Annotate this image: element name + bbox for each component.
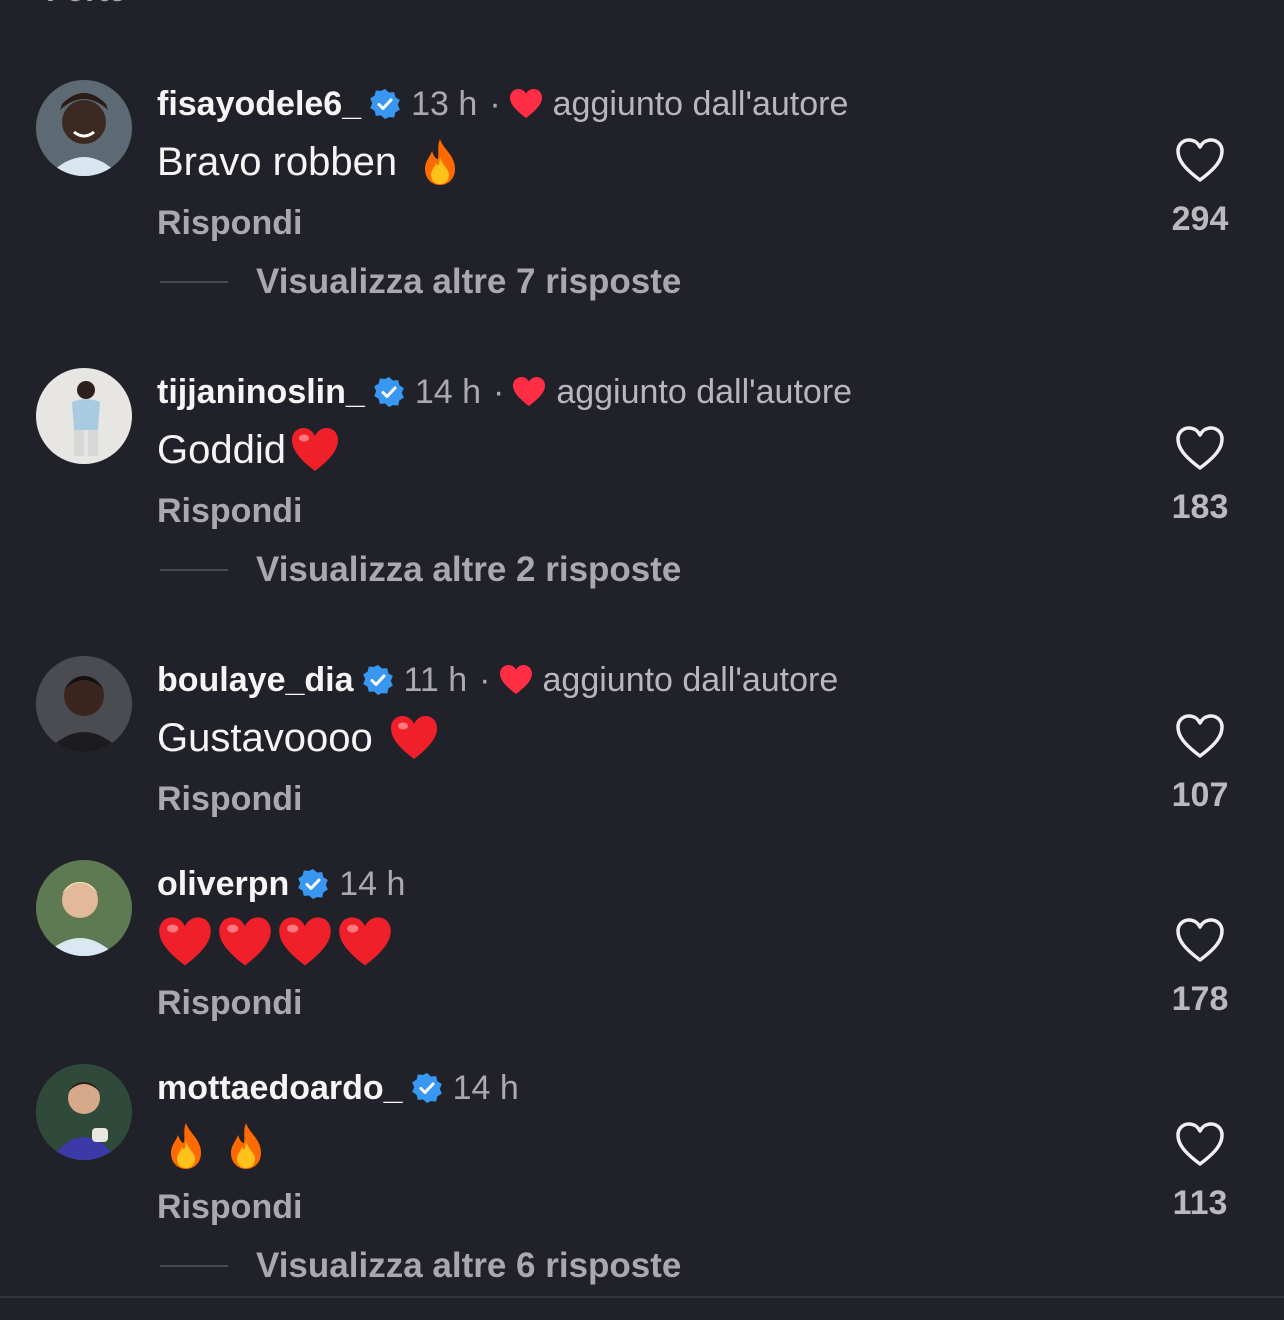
red-heart-emoji-icon bbox=[217, 914, 273, 970]
like-heart-icon[interactable] bbox=[1174, 424, 1226, 472]
author-liked-heart-icon bbox=[512, 376, 546, 408]
red-heart-emoji-icon bbox=[337, 914, 393, 970]
separator-dot: · bbox=[479, 660, 491, 699]
avatar[interactable] bbox=[36, 860, 132, 956]
fire-emoji-icon bbox=[415, 137, 465, 187]
username[interactable]: oliverpn bbox=[157, 865, 289, 904]
comment-text bbox=[157, 914, 393, 970]
like-count: 183 bbox=[1171, 488, 1229, 526]
verified-badge-icon bbox=[297, 868, 329, 900]
verified-badge-icon bbox=[373, 376, 405, 408]
avatar[interactable] bbox=[36, 1064, 132, 1160]
like-heart-icon[interactable] bbox=[1174, 916, 1226, 964]
like-area: 178 bbox=[1160, 916, 1240, 1019]
like-area: 294 bbox=[1160, 136, 1240, 239]
thread-line bbox=[160, 1265, 228, 1267]
comment-header: boulaye_dia 11 h · aggiunto dall'autore bbox=[157, 656, 838, 704]
reply-button[interactable]: Rispondi bbox=[157, 492, 302, 531]
verified-badge-icon bbox=[369, 88, 401, 120]
comment-text-content: Gustavoooo bbox=[157, 715, 373, 760]
comment-time: 14 h bbox=[452, 1068, 519, 1107]
like-heart-icon[interactable] bbox=[1174, 1120, 1226, 1168]
red-heart-emoji-icon bbox=[157, 914, 213, 970]
divider bbox=[0, 1296, 1284, 1298]
red-heart-emoji-icon bbox=[277, 914, 333, 970]
author-liked-label: aggiunto dall'autore bbox=[542, 660, 839, 699]
author-liked-heart-icon bbox=[499, 664, 533, 696]
like-count: 113 bbox=[1172, 1184, 1228, 1222]
fire-emoji-icon bbox=[161, 1121, 211, 1171]
comment-header: oliverpn 14 h bbox=[157, 860, 405, 908]
view-more-replies-label: Visualizza altre 7 risposte bbox=[256, 262, 682, 301]
comment-time: 11 h bbox=[403, 660, 468, 699]
reply-button[interactable]: Rispondi bbox=[157, 204, 302, 243]
comment-text: Bravo robben bbox=[157, 134, 465, 190]
comment-text: Gustavoooo bbox=[157, 710, 439, 766]
like-heart-icon[interactable] bbox=[1174, 136, 1226, 184]
comment-header: mottaedoardo_ 14 h bbox=[157, 1064, 519, 1112]
view-more-replies-label: Visualizza altre 6 risposte bbox=[256, 1246, 682, 1285]
like-count: 178 bbox=[1171, 980, 1229, 1018]
comment-header: tijjaninoslin_ 14 h · aggiunto dall'auto… bbox=[157, 368, 852, 416]
partial-previous-text: Forte bbox=[46, 0, 126, 9]
comment-header: fisayodele6_ 13 h · aggiunto dall'autore bbox=[157, 80, 848, 128]
like-heart-icon[interactable] bbox=[1174, 712, 1226, 760]
red-heart-emoji-icon bbox=[290, 425, 340, 475]
like-area: 183 bbox=[1160, 424, 1240, 527]
verified-badge-icon bbox=[411, 1072, 443, 1104]
username[interactable]: tijjaninoslin_ bbox=[157, 373, 365, 412]
separator-dot: · bbox=[493, 372, 505, 411]
reply-button[interactable]: Rispondi bbox=[157, 1188, 302, 1227]
comment-time: 14 h bbox=[339, 864, 406, 903]
comment-text: Goddid bbox=[157, 422, 340, 478]
view-more-replies[interactable]: Visualizza altre 2 risposte bbox=[160, 548, 681, 592]
like-area: 107 bbox=[1160, 712, 1240, 815]
verified-badge-icon bbox=[362, 664, 394, 696]
username[interactable]: mottaedoardo_ bbox=[157, 1069, 403, 1108]
avatar[interactable] bbox=[36, 80, 132, 176]
comment-time: 13 h bbox=[411, 84, 478, 123]
like-area: 113 bbox=[1160, 1120, 1240, 1223]
separator-dot: · bbox=[489, 84, 501, 123]
like-count: 107 bbox=[1171, 776, 1229, 814]
like-count: 294 bbox=[1171, 200, 1229, 238]
avatar[interactable] bbox=[36, 656, 132, 752]
reply-button[interactable]: Rispondi bbox=[157, 780, 302, 819]
username[interactable]: boulaye_dia bbox=[157, 661, 354, 700]
author-liked-label: aggiunto dall'autore bbox=[556, 372, 853, 411]
comment-text-content: Goddid bbox=[157, 427, 286, 472]
red-heart-emoji-icon bbox=[389, 713, 439, 763]
comment-time: 14 h bbox=[414, 372, 481, 411]
author-liked-label: aggiunto dall'autore bbox=[552, 84, 849, 123]
avatar[interactable] bbox=[36, 368, 132, 464]
fire-emoji-icon bbox=[221, 1121, 271, 1171]
thread-line bbox=[160, 569, 228, 571]
author-liked-heart-icon bbox=[509, 88, 543, 120]
thread-line bbox=[160, 281, 228, 283]
view-more-replies[interactable]: Visualizza altre 6 risposte bbox=[160, 1244, 681, 1288]
comment-text-content: Bravo robben bbox=[157, 139, 398, 184]
username[interactable]: fisayodele6_ bbox=[157, 85, 361, 124]
view-more-replies[interactable]: Visualizza altre 7 risposte bbox=[160, 260, 681, 304]
view-more-replies-label: Visualizza altre 2 risposte bbox=[256, 550, 682, 589]
reply-button[interactable]: Rispondi bbox=[157, 984, 302, 1023]
comment-text bbox=[157, 1118, 271, 1174]
